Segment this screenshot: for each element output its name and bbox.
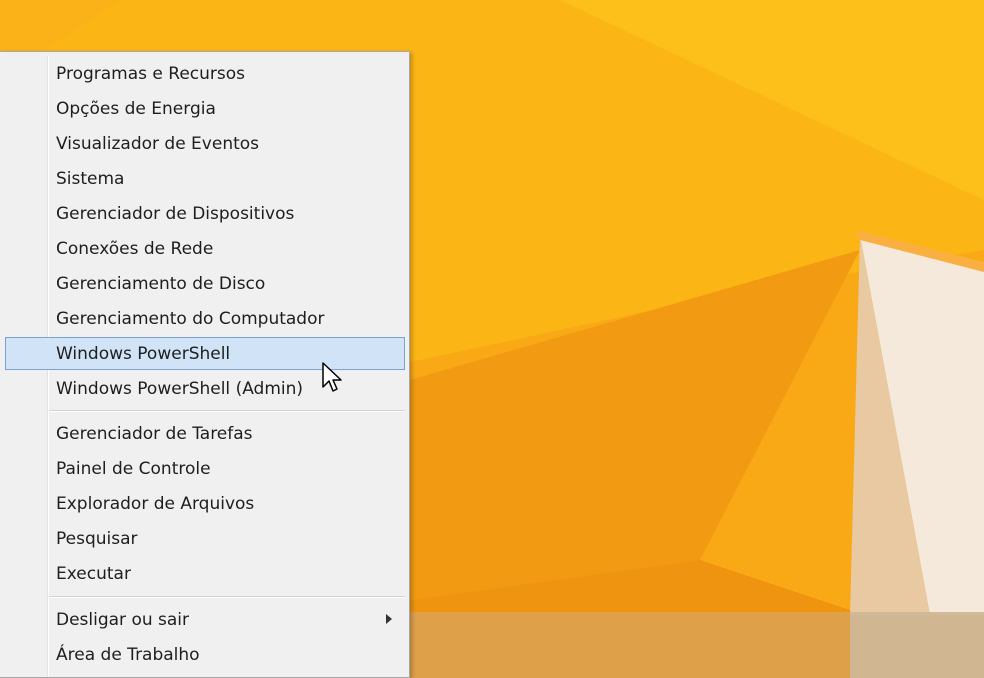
menu-item-label: Visualizador de Eventos <box>56 134 260 154</box>
menu-item-sistema[interactable]: Sistema <box>5 163 405 194</box>
menu-item-label: Programas e Recursos <box>56 64 246 84</box>
menu-item-gerenciador-de-dispositivos[interactable]: Gerenciador de Dispositivos <box>5 198 405 229</box>
menu-item-label: Executar <box>56 564 131 584</box>
menu-separator <box>49 410 405 412</box>
menu-item-visualizador-de-eventos[interactable]: Visualizador de Eventos <box>5 128 405 159</box>
menu-item-gerenciador-de-tarefas[interactable]: Gerenciador de Tarefas <box>5 418 405 449</box>
menu-item-conexoes-de-rede[interactable]: Conexões de Rede <box>5 233 405 264</box>
menu-item-label: Gerenciador de Tarefas <box>56 424 253 444</box>
menu-item-label: Gerenciador de Dispositivos <box>56 204 295 224</box>
menu-item-executar[interactable]: Executar <box>5 558 405 589</box>
menu-separator <box>49 596 405 598</box>
menu-item-label: Conexões de Rede <box>56 239 214 259</box>
chevron-right-icon <box>386 614 392 624</box>
menu-item-label: Windows PowerShell <box>56 344 231 364</box>
menu-item-label: Pesquisar <box>56 529 138 549</box>
menu-item-label: Gerenciamento do Computador <box>56 309 325 329</box>
winx-context-menu: Programas e Recursos Opções de Energia V… <box>0 51 410 678</box>
menu-item-area-de-trabalho[interactable]: Área de Trabalho <box>5 639 405 670</box>
menu-item-label: Explorador de Arquivos <box>56 494 255 514</box>
menu-item-label: Painel de Controle <box>56 459 211 479</box>
arrow-cursor-icon <box>322 362 344 394</box>
menu-item-label: Opções de Energia <box>56 99 216 119</box>
menu-item-explorador-de-arquivos[interactable]: Explorador de Arquivos <box>5 488 405 519</box>
menu-item-label: Sistema <box>56 169 125 189</box>
menu-item-label: Área de Trabalho <box>56 645 200 665</box>
menu-item-gerenciamento-do-computador[interactable]: Gerenciamento do Computador <box>5 303 405 334</box>
menu-item-windows-powershell-admin[interactable]: Windows PowerShell (Admin) <box>5 373 405 404</box>
menu-item-label: Gerenciamento de Disco <box>56 274 266 294</box>
menu-item-gerenciamento-de-disco[interactable]: Gerenciamento de Disco <box>5 268 405 299</box>
menu-item-desligar-ou-sair[interactable]: Desligar ou sair <box>5 604 405 635</box>
menu-item-programas-e-recursos[interactable]: Programas e Recursos <box>5 58 405 89</box>
menu-item-opcoes-de-energia[interactable]: Opções de Energia <box>5 93 405 124</box>
menu-item-pesquisar[interactable]: Pesquisar <box>5 523 405 554</box>
menu-item-label: Desligar ou sair <box>56 610 190 630</box>
menu-item-painel-de-controle[interactable]: Painel de Controle <box>5 453 405 484</box>
menu-item-windows-powershell[interactable]: Windows PowerShell <box>5 337 405 370</box>
menu-item-label: Windows PowerShell (Admin) <box>56 379 304 399</box>
